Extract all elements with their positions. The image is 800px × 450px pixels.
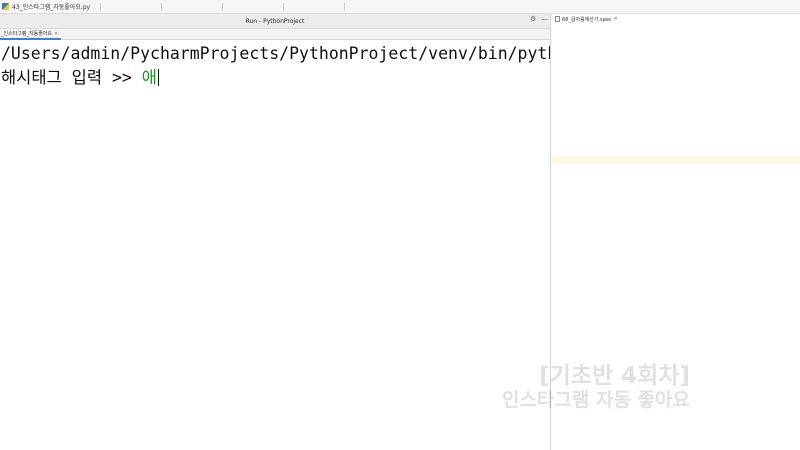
console-command-line: /Users/admin/PycharmProjects/PythonProje… <box>0 42 550 66</box>
input-prompt: 해시태그 입력 >> <box>1 68 142 87</box>
user-input-text[interactable]: 애 <box>142 68 157 87</box>
spec-file-icon <box>555 16 560 22</box>
tab-divider <box>161 3 162 11</box>
tab-divider <box>283 3 284 11</box>
command-text: /Users/admin/PycharmProjects/PythonProje… <box>1 44 550 63</box>
editor-tab-strip <box>100 1 800 13</box>
editor-file-tab[interactable]: 43_인스타그램_자동좋아요.py <box>0 0 90 13</box>
run-config-tab-label: _인스타그램_자동좋아요 <box>1 31 53 37</box>
tab-divider <box>222 3 223 11</box>
run-tabs-bar: _인스타그램_자동좋아요 ✕ <box>0 29 550 40</box>
watermark-line2: 인스타그램 자동 좋아요 <box>501 389 690 411</box>
tab-divider <box>344 3 345 11</box>
minimize-icon[interactable]: — <box>541 15 548 23</box>
run-window-title: Run - PythonProject <box>245 17 305 25</box>
close-icon[interactable]: ✕ <box>54 31 58 37</box>
spec-file-tab[interactable]: 68_글자음계산기.spec ✕ <box>551 14 618 24</box>
spec-file-tab-label: 68_글자음계산기.spec <box>562 16 612 23</box>
run-tool-window: Run - PythonProject _인스타그램_자동좋아요 ✕ /User… <box>0 14 551 450</box>
close-icon[interactable]: ✕ <box>614 16 618 22</box>
editor-file-tab-label: 43_인스타그램_자동좋아요.py <box>12 4 91 11</box>
console-input-line[interactable]: 해시태그 입력 >> 애 <box>0 66 550 90</box>
text-caret <box>157 69 160 86</box>
run-config-tab[interactable]: _인스타그램_자동좋아요 ✕ <box>0 29 62 40</box>
python-file-icon <box>2 3 9 10</box>
console-output[interactable]: /Users/admin/PycharmProjects/PythonProje… <box>0 42 550 450</box>
current-line-highlight <box>551 156 800 164</box>
run-window-header: Run - PythonProject <box>0 14 550 29</box>
tab-divider <box>100 3 101 11</box>
gear-icon[interactable]: ⚙ <box>530 15 536 23</box>
top-tab-bar: 43_인스타그램_자동좋아요.py <box>0 0 800 14</box>
